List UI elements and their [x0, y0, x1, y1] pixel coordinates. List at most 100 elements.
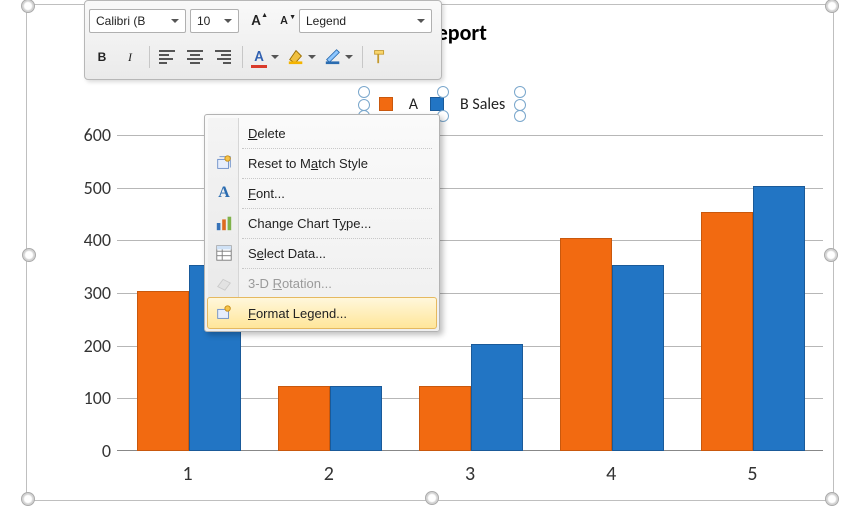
bar-a-4[interactable] [560, 238, 612, 451]
menu-format_legend[interactable]: Format Legend... [207, 297, 437, 329]
x-tick-label: 5 [682, 462, 823, 492]
x-tick-label: 1 [117, 462, 258, 492]
align-right-icon [215, 50, 231, 64]
chart-element-value: Legend [306, 14, 410, 28]
x-tick-label: 4 [541, 462, 682, 492]
legend-context-menu[interactable]: Delete Reset to Match Style A Font... Change… [204, 114, 440, 332]
legend-label-b: B Sales [460, 95, 505, 114]
menu-label: Change Chart Type... [248, 216, 371, 231]
legend-swatch-b [430, 97, 444, 111]
resize-handle[interactable] [425, 491, 439, 505]
menu-label: Select Data... [248, 246, 326, 261]
chevron-down-icon [171, 19, 179, 23]
fill-color-split[interactable] [284, 44, 319, 70]
chevron-down-icon [224, 19, 232, 23]
resize-handle[interactable] [825, 492, 839, 506]
y-tick-label: 200 [61, 335, 111, 357]
legend-handle[interactable] [514, 110, 526, 122]
mini-format-toolbar[interactable]: Calibri (B 10 A▲ A▼ Legend B I A [84, 0, 442, 80]
outline-color-icon [324, 47, 342, 68]
grow-font-button[interactable]: A▲ [243, 8, 269, 34]
bar-b-sales-4[interactable] [612, 265, 664, 451]
menu-label: Format Legend... [248, 306, 347, 321]
bar-a-5[interactable] [701, 212, 753, 451]
menu-label: Reset to Match Style [248, 156, 368, 171]
bar-b-sales-5[interactable] [753, 186, 805, 451]
y-tick-label: 600 [61, 124, 111, 146]
y-axis-labels: 0100200300400500600 [61, 135, 111, 451]
outline-color-split[interactable] [321, 44, 356, 70]
align-right-button[interactable] [210, 44, 236, 70]
chevron-down-icon [271, 55, 279, 59]
shrink-font-icon: A▼ [273, 14, 295, 28]
y-tick-label: 100 [61, 387, 111, 409]
rotation-icon [215, 274, 233, 292]
chart_type-icon [215, 214, 233, 232]
align-left-button[interactable] [154, 44, 180, 70]
legend-handle[interactable] [358, 99, 370, 111]
separator [362, 46, 363, 68]
grow-font-icon: A▲ [245, 12, 267, 30]
format-painter-icon [371, 47, 389, 68]
menu-font[interactable]: A Font... [208, 178, 436, 208]
chevron-down-icon [308, 55, 316, 59]
bold-icon: B [98, 50, 107, 64]
separator [149, 46, 150, 68]
x-tick-label: 2 [258, 462, 399, 492]
shrink-font-button[interactable]: A▼ [271, 8, 297, 34]
resize-handle[interactable] [824, 248, 838, 262]
format_legend-icon [215, 304, 233, 322]
menu-label: 3-D Rotation... [248, 276, 332, 291]
resize-handle[interactable] [21, 0, 35, 13]
y-tick-label: 400 [61, 229, 111, 251]
menu-delete[interactable]: Delete [208, 118, 436, 148]
chevron-down-icon [417, 19, 425, 23]
menu-label: Font... [248, 186, 285, 201]
italic-button[interactable]: I [117, 44, 143, 70]
chart-element-combo[interactable]: Legend [299, 9, 432, 33]
y-tick-label: 500 [61, 177, 111, 199]
bold-button[interactable]: B [89, 44, 115, 70]
bar-a-2[interactable] [278, 386, 330, 451]
bar-b-sales-2[interactable] [330, 386, 382, 451]
bar-a-3[interactable] [419, 386, 471, 451]
legend-handle[interactable] [514, 99, 526, 111]
legend-handle[interactable] [514, 86, 526, 98]
font-size-value: 10 [197, 14, 217, 28]
y-tick-label: 300 [61, 282, 111, 304]
x-axis-labels: 12345 [117, 462, 823, 492]
y-tick-label: 0 [61, 440, 111, 462]
resize-handle[interactable] [22, 248, 36, 262]
format-painter-button[interactable] [367, 44, 393, 70]
menu-select_data[interactable]: Select Data... [208, 238, 436, 268]
separator [242, 46, 243, 68]
font-icon: A [215, 184, 233, 202]
chevron-down-icon [345, 55, 353, 59]
font-color-split[interactable]: A [247, 44, 282, 70]
resize-handle[interactable] [825, 0, 839, 13]
font-color-icon: A [250, 48, 268, 66]
menu-label: Delete [248, 126, 286, 141]
align-left-icon [159, 50, 175, 64]
reset-icon [215, 154, 233, 172]
resize-handle[interactable] [21, 492, 35, 506]
menu-reset[interactable]: Reset to Match Style [208, 148, 436, 178]
bar-a-1[interactable] [137, 291, 189, 451]
font-name-combo[interactable]: Calibri (B [89, 9, 186, 33]
font-size-combo[interactable]: 10 [190, 9, 239, 33]
x-tick-label: 3 [399, 462, 540, 492]
font-name-value: Calibri (B [96, 14, 164, 28]
fill-color-icon [287, 47, 305, 68]
menu-chart_type[interactable]: Change Chart Type... [208, 208, 436, 238]
align-center-icon [187, 50, 203, 64]
bar-b-sales-3[interactable] [471, 344, 523, 451]
legend-swatch-a [379, 97, 393, 111]
menu-rotation: 3-D Rotation... [208, 268, 436, 298]
legend-handle[interactable] [358, 86, 370, 98]
align-center-button[interactable] [182, 44, 208, 70]
italic-icon: I [128, 50, 132, 65]
legend-handle[interactable] [437, 86, 449, 98]
delete-icon [215, 124, 233, 142]
select_data-icon [215, 244, 233, 262]
legend-label-a: A [409, 95, 418, 114]
